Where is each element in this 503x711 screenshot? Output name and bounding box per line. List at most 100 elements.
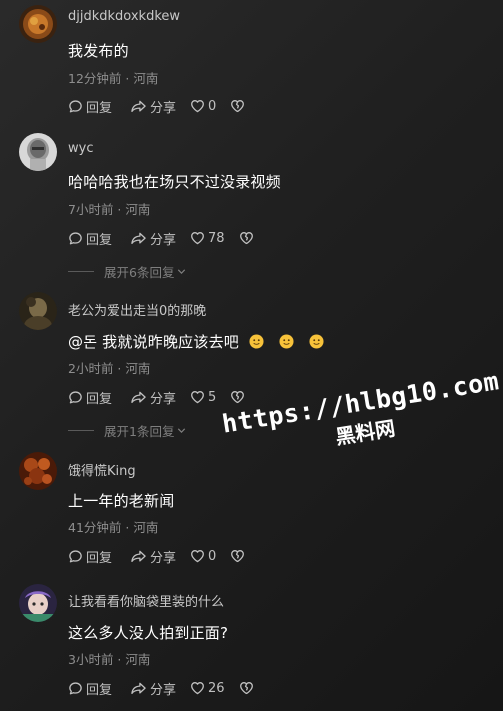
like-count: 26 xyxy=(208,680,225,696)
comment-actions: 回复 分享 78 xyxy=(68,229,257,248)
reply-label: 回复 xyxy=(86,391,113,407)
dislike-button[interactable] xyxy=(230,549,248,563)
comment-time: 3小时前 xyxy=(68,652,114,667)
comment-actions: 回复 分享 26 xyxy=(68,679,257,698)
reply-icon xyxy=(69,99,82,112)
meta-separator: · xyxy=(113,652,126,667)
like-button[interactable]: 0 xyxy=(190,99,216,114)
like-button[interactable]: 5 xyxy=(190,390,216,405)
meta-separator: · xyxy=(113,361,126,376)
reply-button[interactable]: 回复 xyxy=(68,679,112,698)
reply-button[interactable]: 回复 xyxy=(68,388,112,407)
username[interactable]: 饿得慌King xyxy=(68,460,136,479)
expand-replies-label: 展开1条回复 xyxy=(104,424,175,439)
expand-replies-button[interactable]: 展开1条回复 xyxy=(68,421,187,440)
avatar[interactable] xyxy=(19,452,57,490)
avatar[interactable] xyxy=(19,584,57,622)
comment-meta: 41分钟前 · 河南 xyxy=(68,517,158,536)
like-count: 0 xyxy=(208,548,217,564)
username[interactable]: djjdkdkdoxkdkew xyxy=(68,9,180,24)
broken-heart-icon xyxy=(231,550,245,563)
expand-replies-button[interactable]: 展开6条回复 xyxy=(68,262,187,281)
username[interactable]: 老公为爱出走当0的那晚 xyxy=(68,300,206,319)
heart-icon xyxy=(191,100,204,113)
reply-label: 回复 xyxy=(86,550,113,566)
broken-heart-icon xyxy=(231,391,245,404)
comment-text: 我发布的 xyxy=(68,42,129,60)
dislike-button[interactable] xyxy=(230,390,248,404)
reply-icon xyxy=(69,681,82,694)
share-button[interactable]: 分享 xyxy=(130,547,176,566)
like-count: 78 xyxy=(208,230,225,246)
reply-icon xyxy=(69,549,82,562)
share-button[interactable]: 分享 xyxy=(130,97,176,116)
like-button[interactable]: 0 xyxy=(190,549,216,564)
comment-text: 上一年的老新闻 xyxy=(68,492,175,510)
username[interactable]: 让我看看你脑袋里装的什么 xyxy=(68,591,224,610)
expand-replies-label: 展开6条回复 xyxy=(104,265,175,280)
share-button[interactable]: 分享 xyxy=(130,388,176,407)
share-button[interactable]: 分享 xyxy=(130,679,176,698)
heart-icon xyxy=(191,391,204,404)
share-icon xyxy=(131,682,146,694)
meta-separator: · xyxy=(121,71,134,86)
like-count: 5 xyxy=(208,389,217,405)
heart-icon xyxy=(191,232,204,245)
avatar[interactable] xyxy=(19,133,57,171)
comment-meta: 2小时前 · 河南 xyxy=(68,358,150,377)
comment-actions: 回复 分享 5 xyxy=(68,388,248,407)
expand-divider xyxy=(68,271,94,272)
avatar[interactable] xyxy=(19,292,57,330)
comment-location: 河南 xyxy=(125,361,151,376)
watermark: https://hlbg10.com 黑料网 xyxy=(220,366,503,467)
chevron-down-icon xyxy=(178,269,186,275)
username[interactable]: wyc xyxy=(68,141,93,156)
comment-text: @돈 我就说昨晚应该去吧 xyxy=(68,331,324,352)
reply-button[interactable]: 回复 xyxy=(68,97,112,116)
heart-icon xyxy=(191,682,204,695)
reply-icon xyxy=(69,390,82,403)
share-label: 分享 xyxy=(150,682,177,698)
comment-text-body: @돈 我就说昨晚应该去吧 xyxy=(68,333,239,351)
broken-heart-icon xyxy=(239,682,253,695)
comment-meta: 3小时前 · 河南 xyxy=(68,649,150,668)
avatar[interactable] xyxy=(19,5,57,43)
comment-location: 河南 xyxy=(133,71,159,86)
comment-meta: 12分钟前 · 河南 xyxy=(68,68,158,87)
comment-text: 这么多人没人拍到正面? xyxy=(68,624,229,642)
share-label: 分享 xyxy=(150,550,177,566)
reply-button[interactable]: 回复 xyxy=(68,547,112,566)
dislike-button[interactable] xyxy=(239,681,257,695)
expand-divider xyxy=(68,430,94,431)
emoji-smile-icon xyxy=(309,334,324,349)
like-button[interactable]: 26 xyxy=(190,681,225,696)
share-icon xyxy=(131,100,146,112)
share-icon xyxy=(131,391,146,403)
reply-label: 回复 xyxy=(86,232,113,248)
share-label: 分享 xyxy=(150,232,177,248)
comment-location: 河南 xyxy=(125,652,151,667)
dislike-button[interactable] xyxy=(239,231,257,245)
emoji-smile-icon xyxy=(279,334,294,349)
broken-heart-icon xyxy=(231,100,245,113)
watermark-name: 黑料网 xyxy=(333,416,397,450)
share-icon xyxy=(131,232,146,244)
like-count: 0 xyxy=(208,98,217,114)
heart-icon xyxy=(191,550,204,563)
reply-label: 回复 xyxy=(86,100,113,116)
watermark-url: https://hlbg10.com xyxy=(220,366,502,439)
share-icon xyxy=(131,550,146,562)
comment-time: 12分钟前 xyxy=(68,71,122,86)
comment-meta: 7小时前 · 河南 xyxy=(68,199,150,218)
like-button[interactable]: 78 xyxy=(190,231,225,246)
share-button[interactable]: 分享 xyxy=(130,229,176,248)
comment-location: 河南 xyxy=(133,520,159,535)
broken-heart-icon xyxy=(239,232,253,245)
comment-time: 2小时前 xyxy=(68,361,114,376)
comment-time: 41分钟前 xyxy=(68,520,122,535)
dislike-button[interactable] xyxy=(230,99,248,113)
comment-actions: 回复 分享 0 xyxy=(68,97,248,116)
reply-label: 回复 xyxy=(86,682,113,698)
reply-button[interactable]: 回复 xyxy=(68,229,112,248)
chevron-down-icon xyxy=(178,428,186,434)
